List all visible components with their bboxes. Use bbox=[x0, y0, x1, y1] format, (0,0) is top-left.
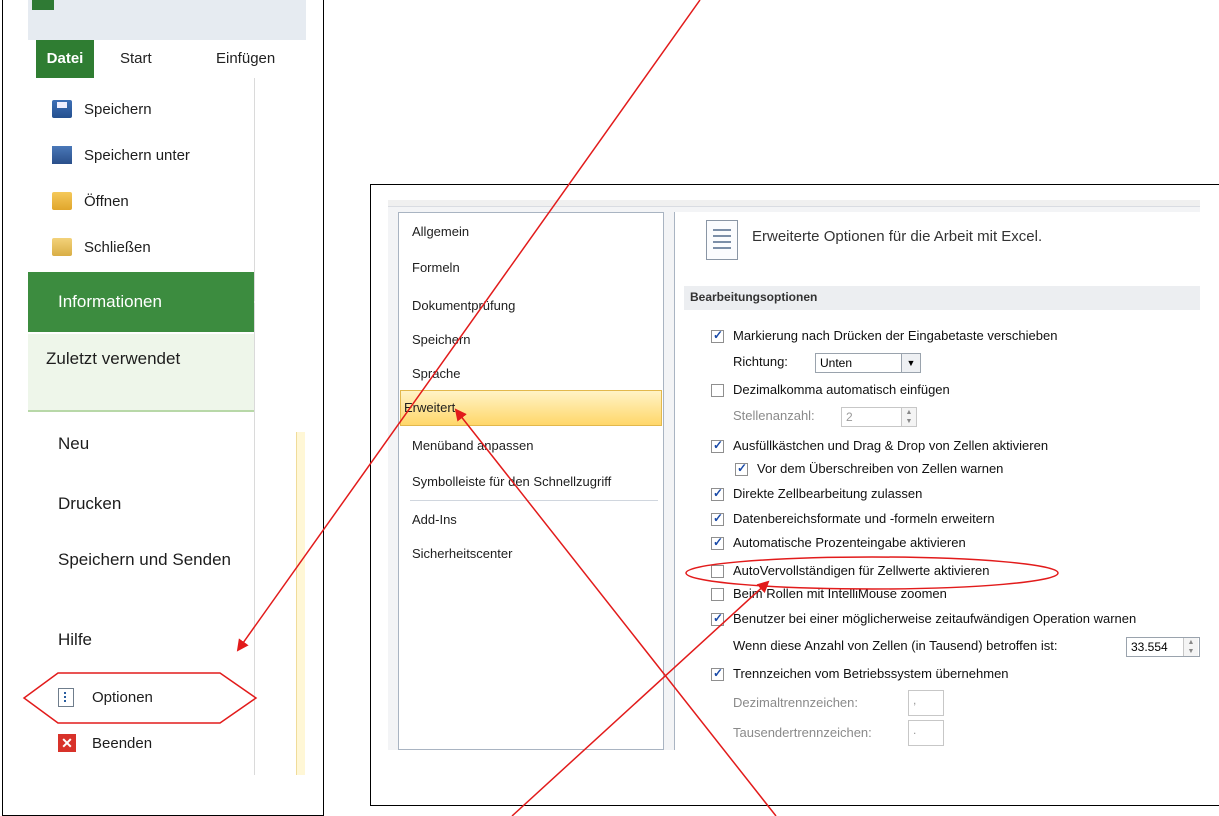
arrow-to-autocomplete bbox=[511, 580, 770, 816]
arrow-to-erweitert bbox=[454, 408, 777, 816]
annotation-arrows bbox=[236, 0, 777, 816]
arrow-to-optionen bbox=[236, 0, 701, 652]
